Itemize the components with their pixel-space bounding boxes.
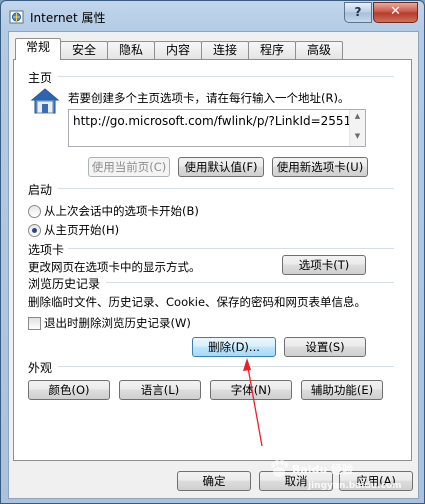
scroll-down-icon[interactable]: ▼	[350, 132, 365, 140]
delete-on-exit-checkbox[interactable]	[28, 317, 41, 330]
homepage-url-field[interactable]: http://go.microsoft.com/fwlink/p/?LinkId…	[68, 109, 366, 147]
window-title: Internet 属性	[30, 11, 106, 25]
general-tab-panel: 主页 若要创建多个主页选项卡，请在每行输入一个地址(R)。 http://go.…	[13, 59, 412, 461]
url-scrollbar[interactable]: ▲ ▼	[349, 110, 365, 146]
use-default-button[interactable]: 使用默认值(F)	[178, 157, 264, 177]
fonts-button[interactable]: 字体(N)	[210, 380, 292, 400]
scroll-up-icon[interactable]: ▲	[350, 112, 365, 120]
tab-privacy[interactable]: 隐私	[107, 41, 155, 59]
history-settings-button[interactable]: 设置(S)	[284, 337, 366, 357]
colors-button[interactable]: 颜色(O)	[28, 380, 110, 400]
tab-general[interactable]: 常规	[15, 38, 61, 60]
startup-divider	[58, 188, 394, 189]
appearance-group-title: 外观	[28, 361, 53, 375]
close-button[interactable]: ✕	[373, 2, 418, 23]
history-description: 删除临时文件、历史记录、Cookie、保存的密码和网页表单信息。	[28, 295, 367, 309]
internet-options-window: Internet 属性 ? ✕ 常规 安全 隐私 内容 连接 程序 高级 主页 …	[0, 0, 425, 504]
use-current-page-button[interactable]: 使用当前页(C)	[88, 157, 170, 177]
startup-last-session-radio[interactable]	[28, 205, 41, 218]
homepage-divider	[58, 76, 394, 77]
tabs-group-title: 选项卡	[28, 243, 65, 257]
tab-connections[interactable]: 连接	[201, 41, 249, 59]
history-group-title: 浏览历史记录	[28, 277, 101, 291]
ok-button[interactable]: 确定	[177, 471, 251, 491]
homepage-url-text: http://go.microsoft.com/fwlink/p/?LinkId…	[73, 114, 352, 128]
history-divider	[106, 282, 394, 283]
tabs-description: 更改网页在选项卡中的显示方式。	[28, 260, 201, 274]
help-button[interactable]: ?	[344, 2, 372, 23]
cancel-button[interactable]: 取消	[259, 471, 333, 491]
startup-homepage-radio[interactable]	[28, 224, 41, 237]
internet-options-icon	[9, 10, 24, 24]
apply-button[interactable]: 应用(A)	[339, 471, 413, 491]
tab-content[interactable]: 内容	[154, 41, 202, 59]
tabs-settings-button[interactable]: 选项卡(T)	[282, 255, 366, 275]
languages-button[interactable]: 语言(L)	[119, 380, 201, 400]
startup-homepage-label[interactable]: 从主页开始(H)	[44, 222, 119, 238]
startup-group-title: 启动	[28, 183, 53, 197]
accessibility-button[interactable]: 辅助功能(E)	[301, 380, 383, 400]
use-new-tab-button[interactable]: 使用新选项卡(U)	[272, 157, 368, 177]
dialog-client: 常规 安全 隐私 内容 连接 程序 高级 主页 若要创建多个主页选项卡，请在每行…	[8, 31, 419, 499]
tab-security[interactable]: 安全	[60, 41, 108, 59]
delete-history-button[interactable]: 删除(D)...	[192, 337, 276, 357]
title-bar[interactable]: Internet 属性 ? ✕	[1, 1, 424, 31]
startup-last-session-label[interactable]: 从上次会话中的选项卡开始(B)	[44, 203, 199, 219]
homepage-group-title: 主页	[28, 71, 53, 85]
tab-programs[interactable]: 程序	[248, 41, 296, 59]
tab-advanced[interactable]: 高级	[295, 41, 343, 59]
appearance-divider	[58, 366, 394, 367]
tabs-divider	[68, 248, 394, 249]
homepage-description: 若要创建多个主页选项卡，请在每行输入一个地址(R)。	[68, 91, 350, 105]
house-icon	[30, 88, 60, 114]
delete-on-exit-label[interactable]: 退出时删除浏览历史记录(W)	[44, 315, 191, 331]
